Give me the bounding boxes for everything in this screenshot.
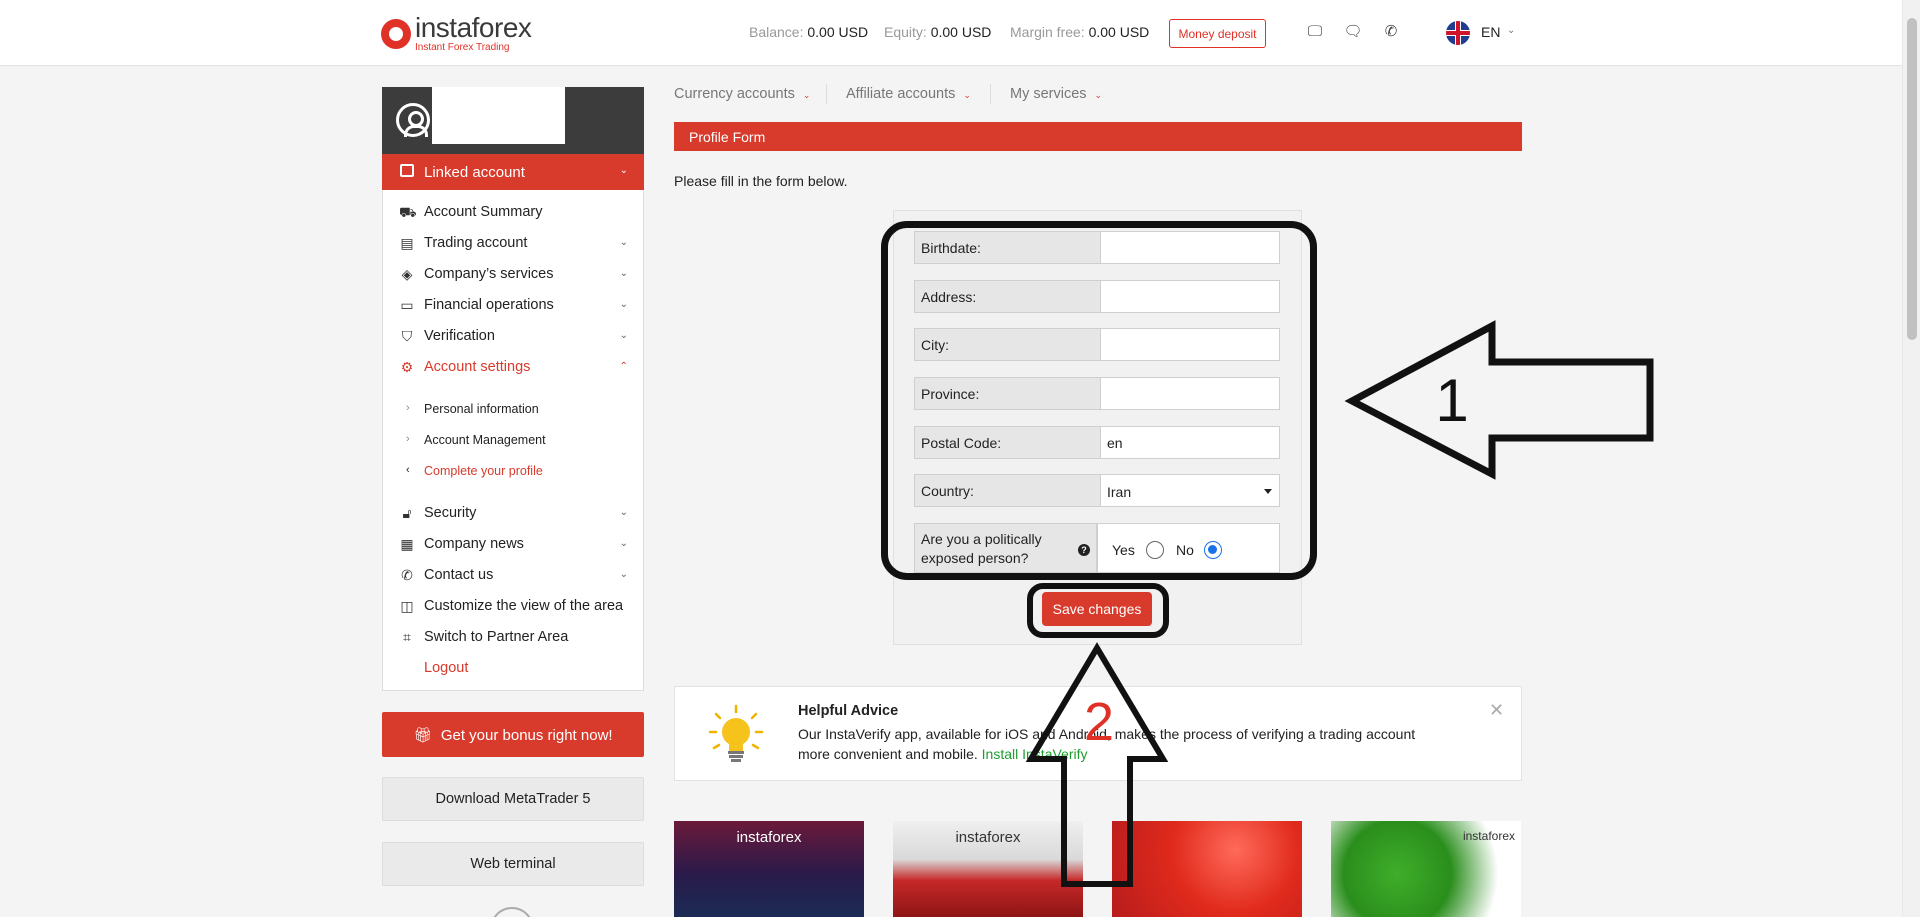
- annotation-number-1: 1: [1435, 367, 1468, 434]
- annotation-arrows: 1 2: [1025, 320, 1654, 887]
- annotation-number-2: 2: [1084, 692, 1114, 752]
- annotation-arrow-2: [1025, 642, 1169, 887]
- annotation-arrow-1: [1344, 320, 1654, 480]
